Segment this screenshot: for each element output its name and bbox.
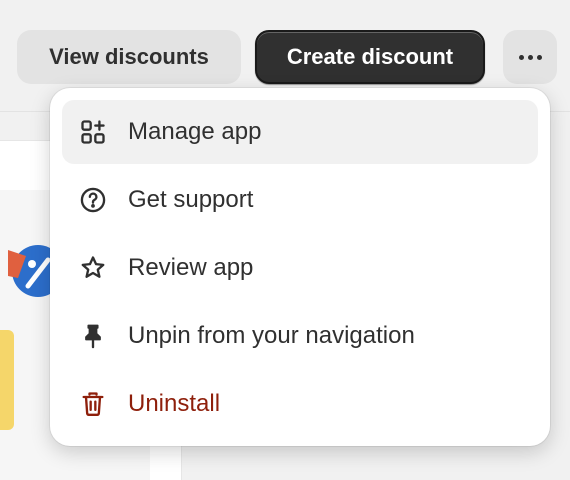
pin-icon: [78, 321, 108, 351]
menu-item-unpin[interactable]: Unpin from your navigation: [62, 304, 538, 368]
menu-item-label: Review app: [128, 254, 254, 281]
menu-item-label: Get support: [128, 186, 254, 213]
background-illustration-block: [0, 330, 14, 430]
apps-add-icon: [78, 117, 108, 147]
ellipsis-horizontal-icon: [518, 54, 542, 60]
app-page: View discounts Create discount Manage ap…: [0, 0, 570, 480]
menu-item-label: Uninstall: [128, 390, 221, 417]
menu-item-review-app[interactable]: Review app: [62, 236, 538, 300]
more-actions-button[interactable]: [503, 30, 557, 84]
create-discount-button[interactable]: Create discount: [255, 30, 485, 84]
menu-item-uninstall[interactable]: Uninstall: [62, 372, 538, 436]
discount-badge-illustration: [8, 245, 54, 297]
star-icon: [78, 253, 108, 283]
menu-item-label: Unpin from your navigation: [128, 322, 415, 349]
menu-item-get-support[interactable]: Get support: [62, 168, 538, 232]
trash-icon: [78, 389, 108, 419]
more-actions-menu: Manage app Get support Review app Unpin …: [50, 88, 550, 446]
view-discounts-label: View discounts: [49, 44, 209, 69]
menu-item-label: Manage app: [128, 118, 262, 145]
create-discount-label: Create discount: [286, 44, 454, 69]
question-circle-icon: [78, 185, 108, 215]
menu-item-manage-app[interactable]: Manage app: [62, 100, 538, 164]
view-discounts-button[interactable]: View discounts: [17, 30, 241, 84]
